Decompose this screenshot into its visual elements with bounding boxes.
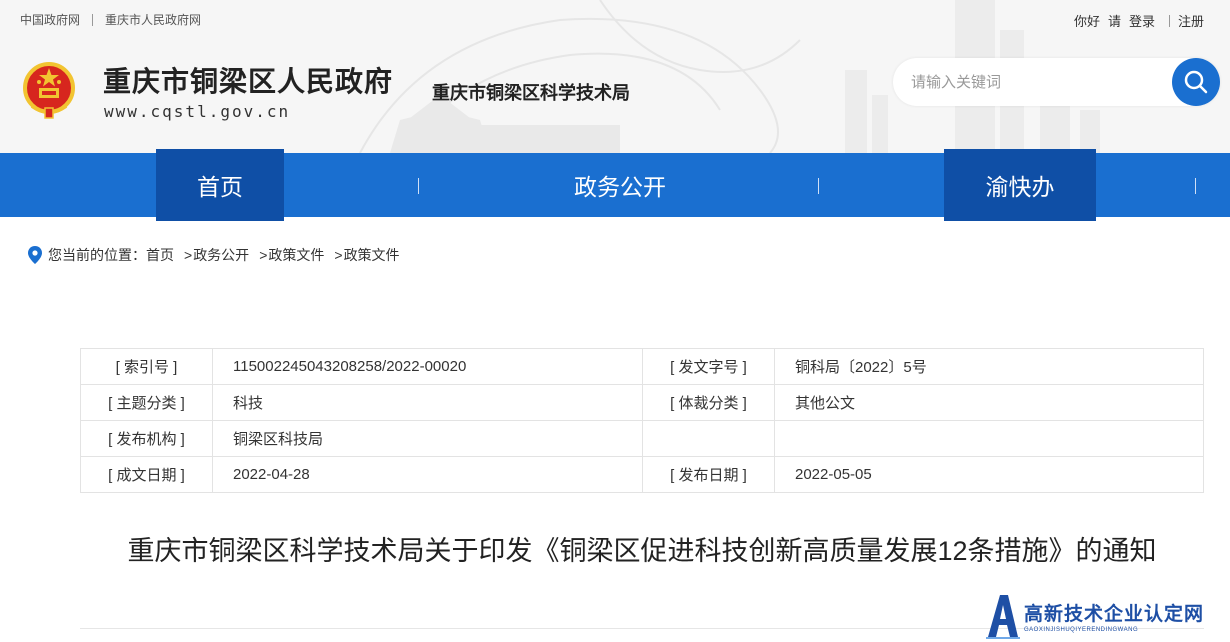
index-no-value: 115002245043208258/2022-00020 bbox=[212, 348, 643, 385]
user-links: 你好 请 登录 注册 bbox=[1074, 11, 1204, 30]
breadcrumb-home[interactable]: 首页 bbox=[146, 245, 174, 265]
login-link[interactable]: 登录 bbox=[1129, 11, 1155, 30]
breadcrumb-government-affairs[interactable]: 政务公开 bbox=[193, 245, 249, 265]
department-title: 重庆市铜梁区科学技术局 bbox=[432, 83, 630, 103]
location-pin-icon bbox=[28, 246, 42, 264]
breadcrumb-policy-documents[interactable]: 政策文件 bbox=[268, 245, 324, 265]
search-input[interactable] bbox=[911, 70, 1161, 94]
issuer-value: 铜梁区科技局 bbox=[212, 420, 643, 457]
issuer-label: [ 发布机构 ] bbox=[80, 420, 213, 457]
publish-date-label: [ 发布日期 ] bbox=[642, 456, 775, 493]
empty-cell bbox=[642, 420, 775, 457]
top-link-divider bbox=[92, 13, 94, 26]
doc-no-label: [ 发文字号 ] bbox=[642, 348, 775, 385]
link-chongqing-gov[interactable]: 重庆市人民政府网 bbox=[105, 11, 201, 28]
empty-cell bbox=[774, 420, 1204, 457]
genre-value: 其他公文 bbox=[774, 384, 1204, 421]
topic-value: 科技 bbox=[212, 384, 643, 421]
written-date-label: [ 成文日期 ] bbox=[80, 456, 213, 493]
top-links-left: 中国政府网 重庆市人民政府网 bbox=[20, 11, 201, 28]
greeting-text: 你好 bbox=[1073, 14, 1100, 29]
link-china-gov[interactable]: 中国政府网 bbox=[20, 11, 80, 28]
watermark: 高新技术企业认定网 GAOXINJISHUQIYERENDINGWANG bbox=[986, 590, 1230, 642]
search-icon bbox=[1184, 70, 1208, 94]
breadcrumb-prefix: 您当前的位置： bbox=[48, 247, 146, 263]
document-metadata-table: [ 索引号 ] 115002245043208258/2022-00020 [ … bbox=[80, 348, 1204, 493]
breadcrumb-policy-documents-current[interactable]: 政策文件 bbox=[344, 245, 400, 265]
site-header: 中国政府网 重庆市人民政府网 你好 请 登录 注册 重庆市铜梁区人民政府 www… bbox=[0, 0, 1230, 153]
search-button[interactable] bbox=[1172, 58, 1220, 106]
topic-label: [ 主题分类 ] bbox=[80, 384, 213, 421]
table-row: [ 发布机构 ] 铜梁区科技局 bbox=[80, 420, 1204, 457]
document-title: 重庆市铜梁区科学技术局关于印发《铜梁区促进科技创新高质量发展12条措施》的通知 bbox=[127, 536, 1157, 566]
table-row: [ 索引号 ] 115002245043208258/2022-00020 [ … bbox=[80, 348, 1204, 385]
watermark-subtext: GAOXINJISHUQIYERENDINGWANG bbox=[1024, 627, 1139, 633]
user-link-divider bbox=[1168, 14, 1170, 27]
nav-item-government-affairs[interactable]: 政务公开 bbox=[520, 149, 720, 221]
nav-item-yukuaiban[interactable]: 渝快办 bbox=[944, 149, 1096, 221]
nav-divider bbox=[1195, 178, 1196, 194]
table-row: [ 主题分类 ] 科技 [ 体裁分类 ] 其他公文 bbox=[80, 384, 1204, 421]
genre-label: [ 体裁分类 ] bbox=[642, 384, 775, 421]
publish-date-value: 2022-05-05 bbox=[774, 456, 1204, 493]
nav-divider bbox=[418, 178, 419, 194]
written-date-value: 2022-04-28 bbox=[212, 456, 643, 493]
nav-divider bbox=[818, 178, 819, 194]
breadcrumb: 您当前的位置： 首页 > 政务公开 > 政策文件 > 政策文件 bbox=[28, 245, 400, 265]
index-no-label: [ 索引号 ] bbox=[80, 348, 213, 385]
national-emblem-icon bbox=[23, 62, 75, 119]
site-title[interactable]: 重庆市铜梁区人民政府 bbox=[103, 60, 393, 100]
table-row: [ 成文日期 ] 2022-04-28 [ 发布日期 ] 2022-05-05 bbox=[80, 456, 1204, 493]
watermark-logo-icon bbox=[986, 595, 1020, 639]
site-url: www.cqstl.gov.cn bbox=[104, 102, 291, 121]
register-link[interactable]: 注册 bbox=[1178, 11, 1204, 30]
nav-item-home[interactable]: 首页 bbox=[156, 149, 284, 221]
main-nav: 首页 政务公开 渝快办 bbox=[0, 149, 1230, 221]
search-box bbox=[893, 58, 1220, 106]
please-text: 请 bbox=[1107, 14, 1121, 29]
doc-no-value: 铜科局〔2022〕5号 bbox=[774, 348, 1204, 385]
watermark-text: 高新技术企业认定网 bbox=[1024, 604, 1205, 625]
